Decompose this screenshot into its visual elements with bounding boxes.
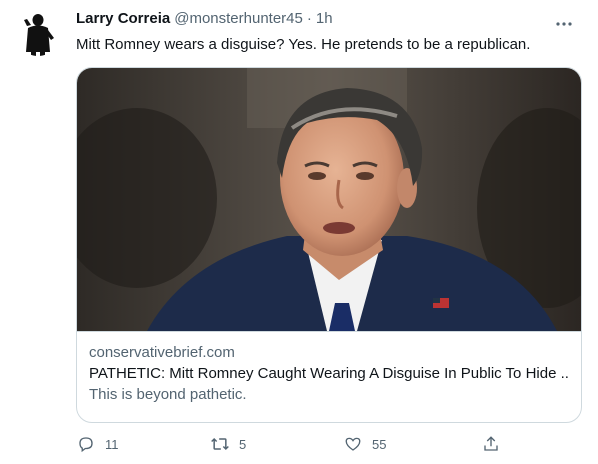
card-title: PATHETIC: Mitt Romney Caught Wearing A D…	[89, 365, 569, 382]
more-dots-icon	[556, 22, 572, 26]
tweet[interactable]: Larry Correia @monsterhunter45 · 1h Mitt…	[0, 0, 598, 464]
heart-icon	[343, 434, 363, 454]
retweet-count: 5	[239, 436, 247, 452]
share-button[interactable]	[481, 434, 501, 454]
card-image[interactable]	[77, 68, 581, 331]
author-handle[interactable]: @monsterhunter45	[174, 10, 303, 27]
more-options-button[interactable]	[550, 14, 578, 34]
card-description: This is beyond pathetic.	[89, 386, 247, 403]
tweet-header: Larry Correia @monsterhunter45 · 1h	[76, 10, 584, 32]
tweet-time[interactable]: 1h	[316, 10, 333, 27]
link-card[interactable]: conservativebrief.com PATHETIC: Mitt Rom…	[76, 67, 582, 423]
tweet-text: Mitt Romney wears a disguise? Yes. He pr…	[76, 36, 531, 53]
share-icon	[481, 434, 501, 454]
tweet-actions: 11 5 55	[76, 434, 584, 456]
reply-icon	[76, 434, 96, 454]
avatar[interactable]	[14, 8, 62, 56]
reply-button[interactable]: 11	[76, 434, 119, 454]
retweet-button[interactable]: 5	[210, 434, 246, 454]
tweet-content: Larry Correia @monsterhunter45 · 1h Mitt…	[76, 10, 584, 453]
card-body: conservativebrief.com PATHETIC: Mitt Rom…	[77, 331, 581, 405]
card-domain: conservativebrief.com	[89, 344, 235, 361]
like-count: 55	[372, 436, 387, 452]
retweet-icon	[210, 434, 230, 454]
reply-count: 11	[105, 436, 119, 452]
author-name[interactable]: Larry Correia	[76, 10, 170, 27]
like-button[interactable]: 55	[343, 434, 386, 454]
separator-dot: ·	[306, 10, 312, 27]
